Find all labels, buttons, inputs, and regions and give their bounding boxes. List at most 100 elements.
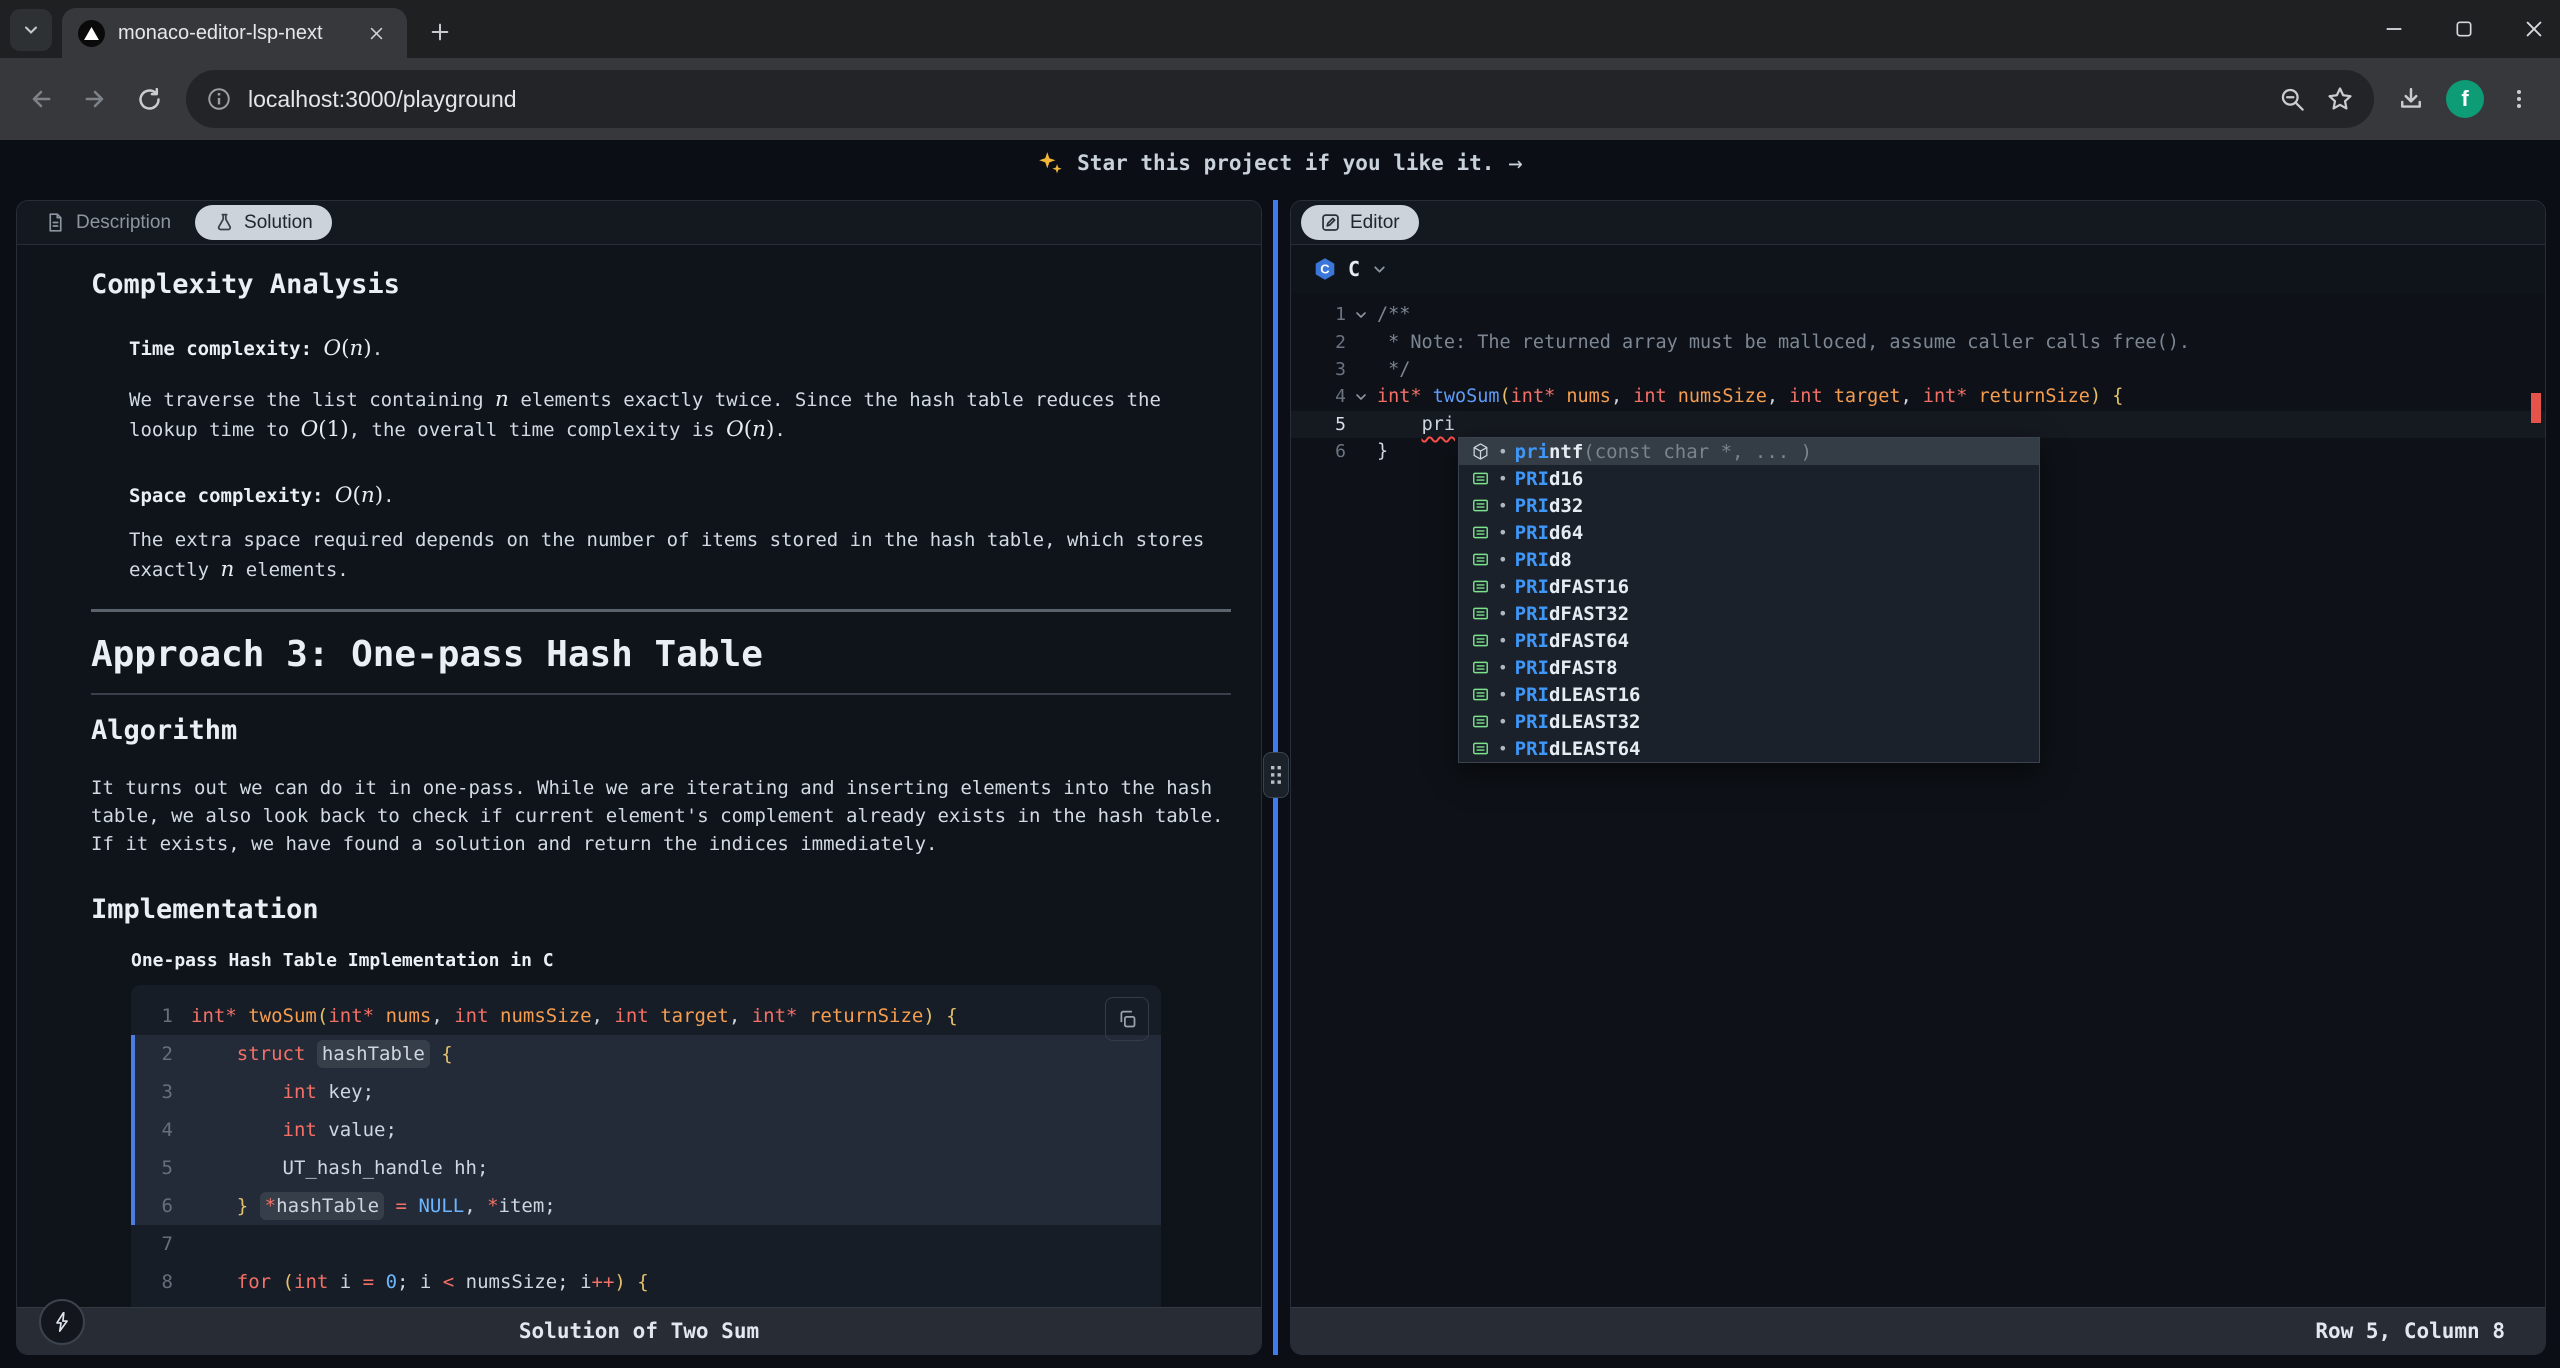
avatar[interactable]: f	[2446, 80, 2484, 118]
suggest-item[interactable]: • PRIdLEAST16	[1459, 681, 2039, 708]
editor-line[interactable]: 2 * Note: The returned array must be mal…	[1291, 328, 2545, 355]
suggest-item[interactable]: •PRId32	[1459, 492, 2039, 519]
close-window-button[interactable]	[2522, 17, 2546, 41]
code-text: for (int i = 0; i < numsSize; i++) {	[173, 1271, 649, 1293]
editor-line[interactable]: 5 pri	[1291, 411, 2545, 438]
bookmark-button[interactable]	[2316, 75, 2364, 123]
symbol-constant-icon	[1471, 523, 1490, 542]
code-line: 4 int value;	[131, 1111, 1161, 1149]
browser-menu-button[interactable]	[2497, 77, 2541, 121]
symbol-constant-icon	[1471, 658, 1490, 677]
fold-toggle[interactable]	[1346, 307, 1376, 323]
editor-code-text: }	[1376, 441, 1388, 462]
divider-grip-handle[interactable]	[1263, 752, 1289, 798]
fold-chevron-icon	[1353, 389, 1369, 405]
sparkles-icon	[1037, 150, 1063, 176]
maximize-button[interactable]	[2452, 17, 2476, 41]
copy-code-button[interactable]	[1105, 997, 1149, 1041]
editor-line-number: 1	[1291, 304, 1346, 325]
downloads-button[interactable]	[2389, 77, 2433, 121]
editor-code-text: */	[1376, 359, 1410, 380]
complexity-analysis-heading: Complexity Analysis	[91, 269, 1231, 300]
suggest-item[interactable]: •PRIdFAST64	[1459, 627, 2039, 654]
code-text: int value;	[173, 1119, 397, 1141]
suggest-item[interactable]: •PRIdFAST8	[1459, 654, 2039, 681]
panel-resize-divider[interactable]	[1262, 200, 1290, 1355]
line-number: 7	[131, 1233, 173, 1255]
editor-panel: Editor C C 1/**2 * Note: The returned ar…	[1290, 200, 2546, 1355]
back-button[interactable]	[19, 77, 63, 121]
code-line: 7	[131, 1225, 1161, 1263]
suggest-item[interactable]: •PRIdFAST32	[1459, 600, 2039, 627]
tab-description[interactable]: Description	[45, 212, 171, 234]
code-line: 6 } *hashTable = NULL, *item;	[131, 1187, 1161, 1225]
space-complexity-line: Space complexity: O(n).	[129, 483, 1231, 508]
language-selector[interactable]: C C	[1291, 245, 2545, 293]
fold-chevron-icon	[1353, 307, 1369, 323]
minimize-button[interactable]	[2382, 17, 2406, 41]
suggest-item[interactable]: •printf(const char *, ... )	[1459, 438, 2039, 465]
editor-line[interactable]: 1/**	[1291, 301, 2545, 328]
suggest-label: PRIdFAST32	[1515, 603, 1629, 625]
suggest-label: PRId8	[1515, 549, 1572, 571]
tab-search-button[interactable]	[10, 9, 52, 51]
code-caption: One-pass Hash Table Implementation in C	[131, 950, 1231, 971]
flask-icon	[214, 212, 235, 233]
time-complexity-paragraph: We traverse the list containing n elemen…	[129, 385, 1231, 445]
browser-tab[interactable]: monaco-editor-lsp-next	[62, 8, 407, 58]
tab-solution[interactable]: Solution	[195, 205, 332, 240]
constant-icon	[1469, 657, 1491, 679]
monaco-editor[interactable]: 1/**2 * Note: The returned array must be…	[1291, 293, 2545, 1307]
tab-editor[interactable]: Editor	[1301, 205, 1419, 240]
section-divider	[91, 693, 1231, 695]
left-status-text: Solution of Two Sum	[519, 1319, 759, 1343]
line-number: 2	[131, 1043, 173, 1065]
line-number: 5	[131, 1157, 173, 1179]
code-lines: 1int* twoSum(int* nums, int numsSize, in…	[131, 997, 1161, 1307]
forward-button[interactable]	[73, 77, 117, 121]
zoom-out-button[interactable]	[2268, 75, 2316, 123]
symbol-function-cube-icon	[1471, 442, 1490, 461]
description-solution-panel: Description Solution Complexity Analysis…	[16, 200, 1262, 1355]
favicon	[78, 20, 105, 47]
tab-close-button[interactable]	[361, 18, 391, 48]
editor-line-number: 2	[1291, 332, 1346, 353]
browser-window: monaco-editor-lsp-next	[0, 0, 2560, 1368]
constant-icon	[1469, 549, 1491, 571]
svg-text:C: C	[1320, 262, 1330, 277]
editor-line[interactable]: 4int* twoSum(int* nums, int numsSize, in…	[1291, 383, 2545, 410]
suggest-label: PRIdLEAST16	[1515, 684, 1641, 706]
suggest-bullet: •	[1498, 496, 1508, 515]
chevron-down-icon	[1371, 261, 1388, 278]
symbol-constant-icon	[1471, 604, 1490, 623]
code-line: 2 struct hashTable {	[131, 1035, 1161, 1073]
suggest-item[interactable]: •PRId16	[1459, 465, 2039, 492]
editor-code-text: pri	[1376, 414, 1455, 435]
solution-document: Complexity Analysis Time complexity: O(n…	[17, 245, 1261, 1307]
quick-action-button[interactable]	[39, 1299, 85, 1345]
suggest-bullet: •	[1498, 685, 1508, 704]
editor-status-bar: Row 5, Column 8	[1291, 1307, 2545, 1354]
editor-panel-header: Editor	[1291, 201, 2545, 245]
new-tab-button[interactable]	[420, 12, 460, 52]
line-number: 8	[131, 1271, 173, 1293]
suggest-item[interactable]: •PRIdLEAST32	[1459, 708, 2039, 735]
suggest-label: PRId16	[1515, 468, 1584, 490]
constant-icon	[1469, 522, 1491, 544]
suggest-item[interactable]: •PRId64	[1459, 519, 2039, 546]
suggest-label: PRIdFAST16	[1515, 576, 1629, 598]
suggest-item[interactable]: •PRId8	[1459, 546, 2039, 573]
address-bar[interactable]: localhost:3000/playground	[186, 70, 2374, 128]
c-language-icon: C	[1313, 257, 1337, 281]
code-text: int key;	[173, 1081, 374, 1103]
fold-toggle[interactable]	[1346, 389, 1376, 405]
suggest-item[interactable]: •PRIdFAST16	[1459, 573, 2039, 600]
editor-line[interactable]: 3 */	[1291, 356, 2545, 383]
suggest-item[interactable]: •PRIdLEAST64	[1459, 735, 2039, 762]
suggest-label: PRIdLEAST64	[1515, 738, 1641, 760]
star-project-banner[interactable]: Star this project if you like it. →	[0, 140, 2560, 186]
reload-button[interactable]	[127, 77, 171, 121]
symbol-constant-icon	[1471, 712, 1490, 731]
constant-icon	[1469, 684, 1491, 706]
editor-code-text: int* twoSum(int* nums, int numsSize, int…	[1376, 386, 2123, 407]
